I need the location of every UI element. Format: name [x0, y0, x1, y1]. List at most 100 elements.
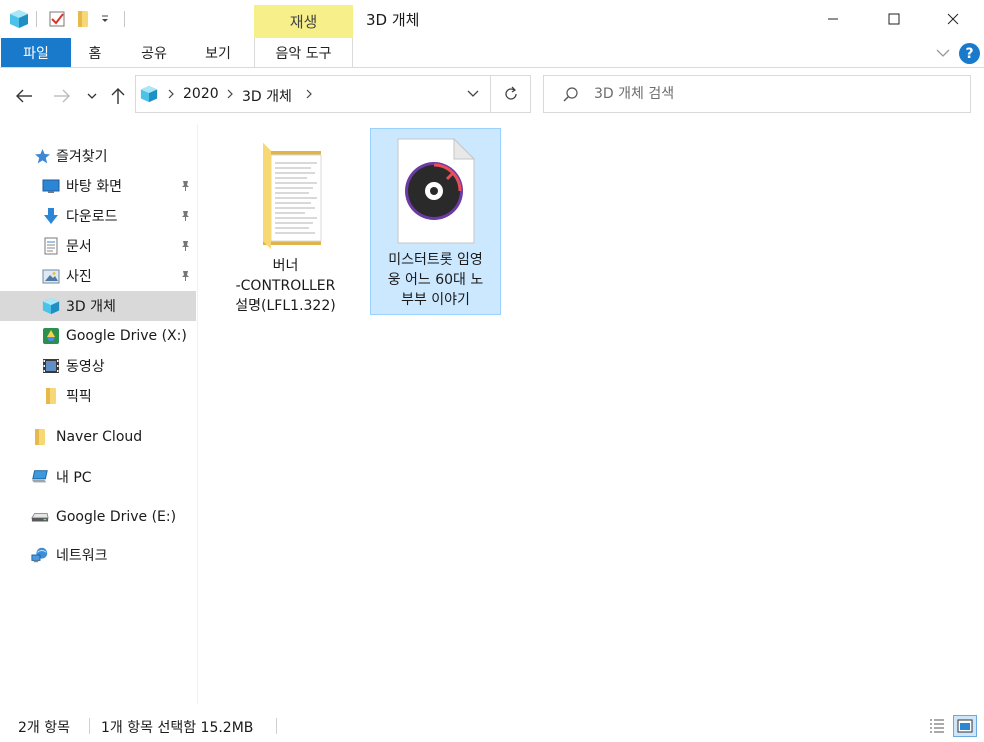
file-name: 버너 -CONTROLLER 설명(LFL1.322) — [223, 256, 348, 316]
sidebar-item-label: 바탕 화면 — [66, 179, 122, 195]
video-icon — [42, 357, 60, 375]
breadcrumb-chevron-icon[interactable] — [166, 87, 176, 101]
sidebar-item-this-pc[interactable]: 내 PC — [0, 462, 196, 492]
status-bar: 2개 항목 1개 항목 선택함 15.2MB — [0, 704, 984, 742]
tab-music-tools[interactable]: 음악 도구 — [254, 38, 353, 67]
details-view-button[interactable] — [925, 715, 949, 737]
sidebar-item-label: Google Drive (X:) — [66, 328, 187, 344]
title-bar: 재생 3D 개체 — [0, 0, 984, 38]
sidebar-item-label: 동영상 — [66, 359, 105, 375]
chevron-down-icon[interactable] — [934, 44, 952, 62]
breadcrumb-item[interactable]: 3D 개체 — [242, 86, 292, 106]
new-folder-icon[interactable] — [73, 9, 93, 29]
selection-info: 1개 항목 선택함 15.2MB — [101, 720, 254, 736]
sidebar-item-label: 사진 — [66, 269, 92, 285]
minimize-icon — [828, 18, 838, 20]
sidebar-item-desktop[interactable]: 바탕 화면 — [0, 171, 196, 201]
sidebar-item-google-drive-x[interactable]: Google Drive (X:) — [0, 321, 196, 351]
properties-check-icon[interactable] — [47, 9, 67, 29]
sidebar-item-downloads[interactable]: 다운로드 — [0, 201, 196, 231]
tab-file[interactable]: 파일 — [1, 38, 71, 67]
sidebar-item-picpick[interactable]: 픽픽 — [0, 381, 196, 411]
pin-icon[interactable] — [179, 180, 191, 192]
folder-icon — [31, 428, 49, 446]
forward-button[interactable] — [49, 83, 75, 109]
address-dropdown-icon[interactable] — [466, 87, 480, 101]
sidebar-item-label: 픽픽 — [66, 389, 92, 405]
sidebar-item-network[interactable]: 네트워크 — [0, 540, 196, 570]
breadcrumb-chevron-icon[interactable] — [225, 87, 235, 101]
minimize-button[interactable] — [810, 0, 856, 38]
folder-icon — [241, 137, 331, 253]
breadcrumb-item[interactable]: 2020 — [183, 86, 219, 102]
maximize-button[interactable] — [871, 0, 917, 38]
tab-view[interactable]: 보기 — [196, 38, 240, 67]
sidebar-item-label: Google Drive (E:) — [56, 509, 177, 525]
sidebar-item-pictures[interactable]: 사진 — [0, 261, 196, 291]
status-divider — [276, 718, 277, 734]
file-name-line: 미스터트롯 임영 — [388, 252, 483, 268]
google-drive-icon — [42, 327, 60, 345]
pictures-icon — [42, 267, 60, 285]
file-name-line: 부부 이야기 — [401, 292, 470, 308]
file-view[interactable]: 버너 -CONTROLLER 설명(LFL1.322) 미스터트롯 임영 웅 어… — [199, 124, 984, 704]
tab-home[interactable]: 홈 — [78, 38, 112, 67]
navigation-pane: 즐겨찾기 바탕 화면 다운로드 문서 사진 3D 개체 Google Drive… — [0, 124, 198, 704]
star-icon — [33, 147, 51, 165]
file-item-audio[interactable]: 미스터트롯 임영 웅 어느 60대 노 부부 이야기 — [370, 128, 501, 315]
qat-divider — [124, 11, 125, 27]
context-tab-header: 재생 — [254, 5, 353, 38]
up-button[interactable] — [106, 83, 130, 109]
tab-share[interactable]: 공유 — [132, 38, 176, 67]
sidebar-item-label: 네트워크 — [56, 548, 108, 564]
forward-arrow-icon — [54, 89, 70, 103]
sidebar-item-label: 다운로드 — [66, 209, 118, 225]
address-bar[interactable]: 2020 3D 개체 — [135, 75, 491, 113]
search-box[interactable] — [543, 75, 971, 113]
pc-icon — [31, 468, 49, 486]
pin-icon[interactable] — [179, 270, 191, 282]
file-item-folder[interactable]: 버너 -CONTROLLER 설명(LFL1.322) — [221, 129, 352, 316]
file-name-line: 버너 — [272, 258, 299, 274]
sidebar-item-quick-access[interactable]: 즐겨찾기 — [0, 141, 196, 171]
status-divider — [89, 718, 90, 734]
refresh-button[interactable] — [491, 75, 531, 113]
sidebar-item-naver-cloud[interactable]: Naver Cloud — [0, 422, 196, 452]
breadcrumb-chevron-icon[interactable] — [304, 87, 314, 101]
window-title: 3D 개체 — [366, 11, 420, 29]
drive-icon — [31, 508, 49, 526]
recent-locations-button[interactable] — [82, 83, 102, 109]
pin-icon[interactable] — [179, 240, 191, 252]
sidebar-item-google-drive-e[interactable]: Google Drive (E:) — [0, 502, 196, 532]
large-icons-view-icon — [957, 719, 973, 733]
close-button[interactable] — [930, 0, 976, 38]
file-name-line: 웅 어느 60대 노 — [387, 272, 484, 288]
sidebar-item-3d-objects[interactable]: 3D 개체 — [0, 291, 196, 321]
large-icons-view-button[interactable] — [953, 715, 977, 737]
chevron-down-icon — [87, 93, 97, 99]
audio-file-icon — [396, 137, 476, 248]
qat-divider — [36, 11, 37, 27]
file-name-line: 설명(LFL1.322) — [235, 298, 336, 314]
search-input[interactable] — [594, 76, 954, 112]
sidebar-item-label: 즐겨찾기 — [56, 149, 108, 165]
qat-dropdown-icon[interactable] — [95, 9, 115, 29]
search-icon — [562, 86, 580, 108]
sidebar-item-label: Naver Cloud — [56, 429, 143, 445]
sidebar-item-videos[interactable]: 동영상 — [0, 351, 196, 381]
pin-icon[interactable] — [179, 210, 191, 222]
refresh-icon — [504, 86, 517, 100]
sidebar-item-label: 문서 — [66, 239, 92, 255]
network-icon — [31, 546, 49, 564]
sidebar-item-documents[interactable]: 문서 — [0, 231, 196, 261]
sidebar-item-label: 내 PC — [56, 470, 92, 486]
back-button[interactable] — [11, 83, 37, 109]
sidebar-item-label: 3D 개체 — [66, 299, 116, 315]
maximize-icon — [888, 13, 900, 25]
3d-objects-icon[interactable] — [9, 9, 29, 29]
item-count: 2개 항목 — [18, 720, 70, 736]
document-icon — [42, 237, 60, 255]
file-name-line: -CONTROLLER — [235, 278, 336, 294]
file-name: 미스터트롯 임영 웅 어느 60대 노 부부 이야기 — [373, 250, 498, 310]
help-button[interactable]: ? — [959, 43, 980, 64]
